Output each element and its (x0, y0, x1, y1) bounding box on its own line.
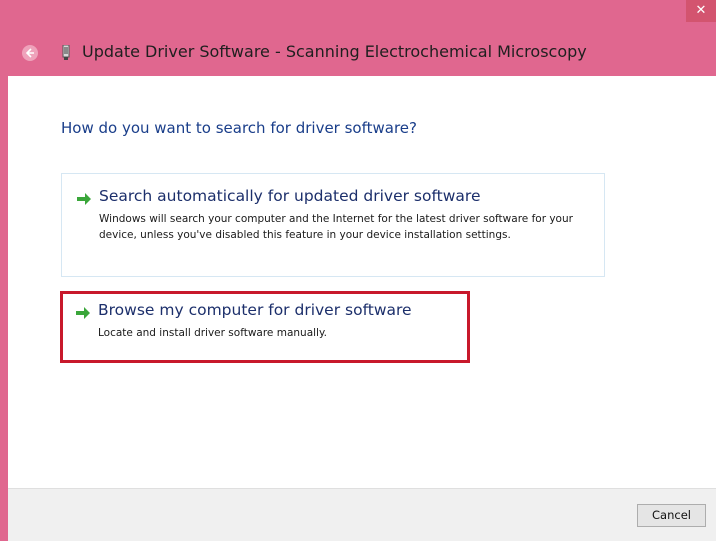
dialog-footer: Cancel (8, 488, 716, 541)
option-description: Locate and install driver software manua… (98, 327, 328, 339)
green-arrow-icon (77, 193, 91, 205)
title-bar: ✕ (0, 0, 716, 30)
back-button[interactable] (22, 45, 38, 61)
close-icon: ✕ (695, 3, 707, 18)
question-heading: How do you want to search for driver sof… (61, 119, 417, 137)
device-icon (62, 45, 70, 60)
dialog-content: How do you want to search for driver sof… (8, 76, 716, 488)
close-button[interactable]: ✕ (686, 0, 716, 22)
option-title: Browse my computer for driver software (98, 301, 412, 319)
option-description: Windows will search your computer and th… (99, 213, 573, 241)
header-row: Update Driver Software - Scanning Electr… (0, 30, 716, 76)
update-driver-window: ✕ Update Driver Software - Scanning Elec… (0, 0, 716, 541)
option-title: Search automatically for updated driver … (99, 187, 481, 205)
green-arrow-icon (76, 307, 90, 319)
cancel-button[interactable]: Cancel (637, 504, 706, 527)
browse-computer-option[interactable]: Browse my computer for driver software L… (60, 291, 470, 363)
search-automatically-option[interactable]: Search automatically for updated driver … (61, 173, 605, 277)
window-title: Update Driver Software - Scanning Electr… (82, 42, 587, 61)
back-arrow-icon (25, 48, 34, 58)
